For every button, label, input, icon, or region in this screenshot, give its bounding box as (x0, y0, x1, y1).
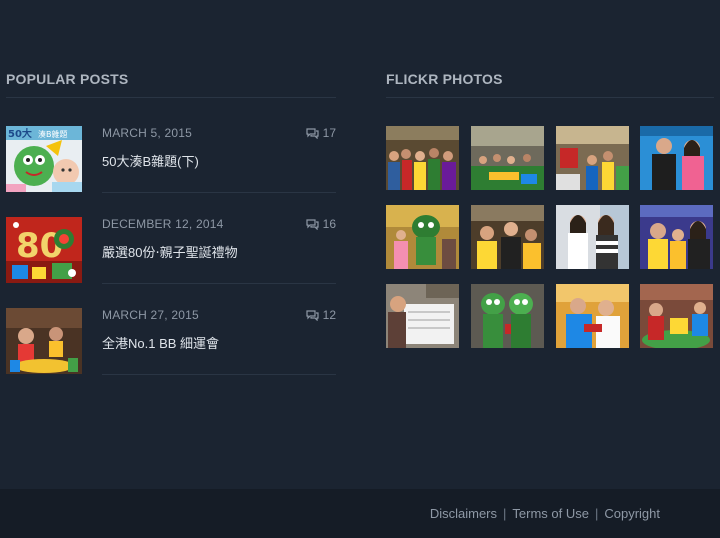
flickr-photo-grid (386, 126, 714, 349)
page: POPULAR POSTS 50大 湊B雜題 MARCH 5, 2015 17 … (0, 0, 720, 538)
post-comment-count-value: 16 (322, 217, 336, 231)
flickr-photo[interactable] (640, 284, 713, 348)
flickr-photo-image (640, 284, 713, 348)
comments-icon (306, 127, 319, 139)
post-comment-count[interactable]: 12 (306, 308, 336, 322)
comments-icon (306, 218, 319, 230)
post-item: MARCH 27, 2015 12 全港No.1 BB 細運會 (6, 308, 336, 398)
flickr-photo-image (640, 126, 713, 190)
popular-posts-heading: POPULAR POSTS (6, 71, 129, 87)
flickr-photo[interactable] (556, 126, 629, 190)
post-comment-count-value: 17 (322, 126, 336, 140)
thumb-text-1: 50大 (8, 127, 32, 140)
post-date: MARCH 5, 2015 (102, 126, 192, 140)
footer-separator: | (503, 506, 507, 521)
post-date: MARCH 27, 2015 (102, 308, 199, 322)
post-comment-count[interactable]: 16 (306, 217, 336, 231)
popular-posts-divider (6, 97, 336, 98)
post-thumbnail-image: 50大 湊B雜題 (6, 126, 82, 192)
flickr-photo[interactable] (386, 205, 459, 269)
footer-separator: | (594, 506, 599, 521)
flickr-photo[interactable] (556, 284, 629, 348)
flickr-photo-image (640, 205, 713, 269)
post-divider (102, 283, 336, 284)
footer-link-disclaimers[interactable]: Disclaimers (430, 506, 497, 521)
flickr-photos-heading: FLICKR PHOTOS (386, 71, 503, 87)
flickr-photo[interactable] (556, 205, 629, 269)
flickr-photo[interactable] (386, 284, 459, 348)
post-comment-count[interactable]: 17 (306, 126, 336, 140)
footer-link-terms-of-use[interactable]: Terms of Use (512, 506, 589, 521)
flickr-photo[interactable] (471, 126, 544, 190)
flickr-photo[interactable] (640, 126, 713, 190)
flickr-photo-image (386, 126, 459, 190)
flickr-photo[interactable] (471, 205, 544, 269)
flickr-photo-image (386, 205, 459, 269)
flickr-photos-divider (386, 97, 714, 98)
post-divider (102, 374, 336, 375)
flickr-photo-image (471, 205, 544, 269)
flickr-photo-image (471, 284, 544, 348)
post-comment-count-value: 12 (322, 308, 336, 322)
post-title-link[interactable]: 全港No.1 BB 細運會 (102, 333, 219, 352)
flickr-photo-image (471, 126, 544, 190)
footer-links: Disclaimers | Terms of Use | Copyright (430, 506, 660, 521)
post-title-link[interactable]: 嚴選80份‧親子聖誕禮物 (102, 242, 238, 261)
post-title-link[interactable]: 50大湊B雜題(下) (102, 151, 199, 170)
post-item: 50大 湊B雜題 MARCH 5, 2015 17 50大湊B雜題(下) (6, 126, 336, 216)
footer-link-copyright[interactable]: Copyright (604, 506, 660, 521)
flickr-photo[interactable] (640, 205, 713, 269)
flickr-photo-image (556, 126, 629, 190)
post-thumbnail[interactable] (6, 308, 82, 374)
thumb-text-2: 湊B雜題 (38, 129, 68, 139)
post-date: DECEMBER 12, 2014 (102, 217, 224, 231)
post-thumbnail-image: 80 (6, 217, 82, 283)
site-footer: Disclaimers | Terms of Use | Copyright (0, 489, 720, 538)
thumb-text-3: 80 (16, 226, 63, 266)
flickr-photo-image (556, 284, 629, 348)
flickr-photo[interactable] (471, 284, 544, 348)
post-divider (102, 192, 336, 193)
post-thumbnail-image (6, 308, 82, 374)
comments-icon (306, 309, 319, 321)
post-thumbnail[interactable]: 80 (6, 217, 82, 283)
post-item: 80 DECEMBER 12, 2014 16 嚴選80份‧親子聖誕禮物 (6, 217, 336, 307)
post-thumbnail[interactable]: 50大 湊B雜題 (6, 126, 82, 192)
flickr-photo-image (556, 205, 629, 269)
flickr-photo[interactable] (386, 126, 459, 190)
flickr-photo-image (386, 284, 459, 348)
